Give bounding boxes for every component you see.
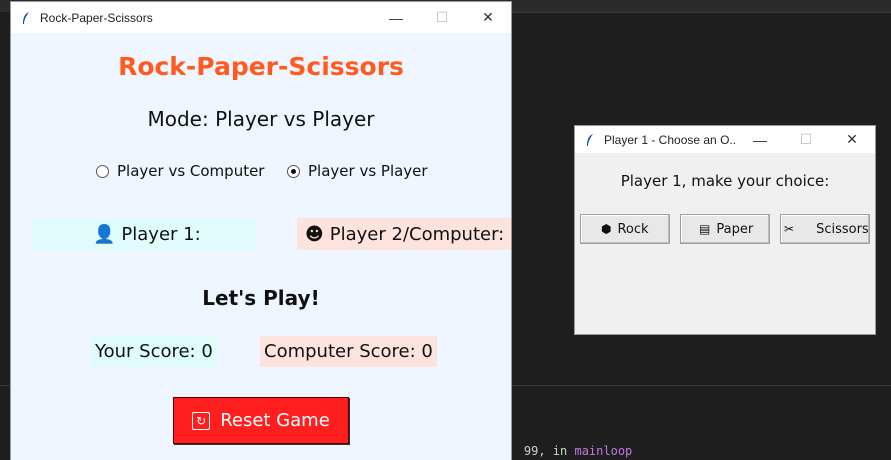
radio-label: Player vs Player (308, 162, 428, 180)
dialog-prompt: Player 1, make your choice: (620, 172, 830, 190)
reset-game-button[interactable]: ↻ Reset Game (173, 397, 349, 444)
radio-player-vs-computer[interactable]: Player vs Computer (96, 162, 264, 180)
computer-score: Computer Score: 0 (260, 336, 437, 367)
scissors-button[interactable]: ✂ Scissors (780, 214, 870, 244)
player1-choice-label: 👤 Player 1: (31, 218, 256, 250)
maximize-button[interactable]: ☐ (783, 126, 829, 153)
dialog-window-title: Player 1 - Choose an O... (604, 132, 737, 147)
main-titlebar[interactable]: Rock-Paper-Scissors — ☐ ✕ (11, 2, 511, 33)
reset-label: Reset Game (220, 410, 330, 431)
app-heading: Rock-Paper-Scissors (118, 52, 404, 81)
your-score: Your Score: 0 (91, 336, 217, 367)
minimize-button[interactable]: — (373, 2, 419, 33)
choice-dialog: Player 1 - Choose an O... — ☐ ✕ Player 1… (575, 126, 875, 334)
scissors-label: Scissors (816, 221, 869, 237)
close-button[interactable]: ✕ (829, 126, 875, 153)
radio-indicator (96, 164, 109, 178)
refresh-icon: ↻ (192, 411, 211, 430)
dialog-titlebar[interactable]: Player 1 - Choose an O... — ☐ ✕ (575, 126, 875, 153)
paper-icon: ▤ (699, 222, 711, 236)
radio-label: Player vs Computer (117, 162, 265, 180)
radio-player-vs-player[interactable]: Player vs Player (287, 162, 428, 180)
rock-button[interactable]: ⬢ Rock (580, 214, 670, 244)
robot-icon: ☻ (305, 223, 324, 245)
result-text: Let's Play! (202, 286, 320, 310)
player2-label: Player 2/Computer: (329, 223, 505, 245)
feather-icon (587, 133, 593, 146)
terminal-fragment-3: mainloop (574, 444, 633, 458)
main-window: Rock-Paper-Scissors — ☐ ✕ Rock-Paper-Sci… (11, 2, 511, 460)
minimize-button[interactable]: — (737, 126, 783, 153)
person-icon: 👤 (93, 223, 116, 245)
close-button[interactable]: ✕ (465, 2, 511, 33)
rock-icon: ⬢ (601, 222, 612, 236)
radio-indicator-selected (287, 164, 300, 178)
scissors-icon: ✂ (784, 222, 795, 236)
paper-label: Paper (716, 221, 754, 237)
player2-choice-label: ☻ Player 2/Computer: (297, 218, 511, 250)
terminal-fragment-2: 99, in (523, 444, 575, 458)
mode-label: Mode: Player vs Player (147, 107, 375, 131)
feather-icon (23, 11, 29, 24)
paper-button[interactable]: ▤ Paper (680, 214, 770, 244)
rock-label: Rock (617, 221, 649, 237)
maximize-button[interactable]: ☐ (419, 2, 465, 33)
main-window-title: Rock-Paper-Scissors (40, 10, 153, 25)
player1-label: Player 1: (121, 223, 201, 245)
